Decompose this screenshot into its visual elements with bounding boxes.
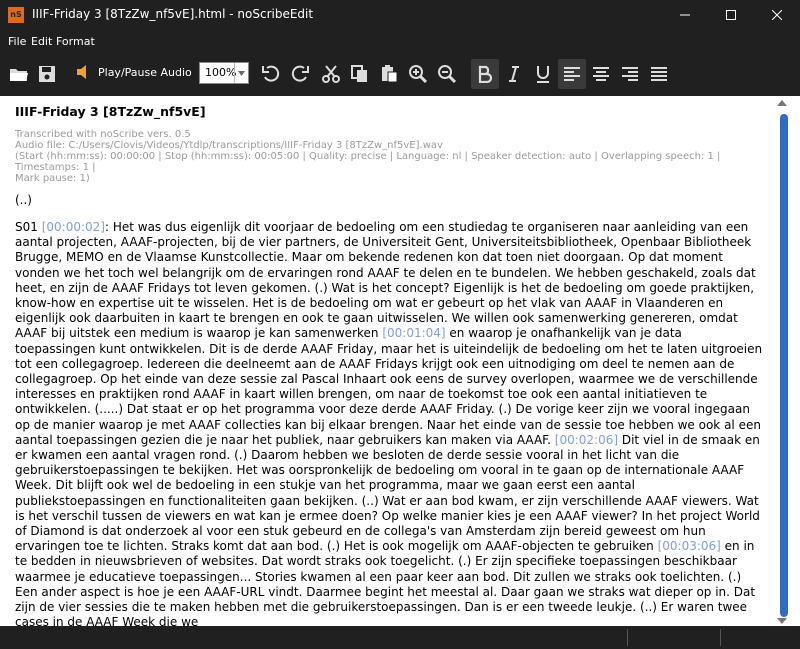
zoom-value: 100%	[205, 66, 237, 79]
scroll-down-arrow-icon[interactable]	[777, 618, 787, 624]
italic-icon	[509, 66, 519, 82]
open-folder-button[interactable]	[7, 62, 31, 86]
meta-line: Mark pause: 1)	[15, 173, 90, 184]
chevron-down-icon	[238, 70, 245, 76]
zoom-select[interactable]: 100%	[199, 62, 249, 84]
align-right-button[interactable]	[618, 62, 642, 86]
app-icon: nS	[8, 7, 24, 23]
zoom-in-button[interactable]	[406, 62, 430, 86]
transcription-metadata: Transcribed with noScribe vers. 0.5 Audi…	[15, 129, 765, 184]
timestamp[interactable]: [00:00:02]	[42, 220, 105, 234]
status-divider	[627, 629, 628, 646]
scrollbar-thumb[interactable]	[780, 114, 788, 617]
underline-button[interactable]	[531, 62, 555, 86]
italic-button[interactable]	[502, 62, 526, 86]
speaker-label: S01	[15, 220, 38, 234]
timestamp[interactable]: [00:03:06]	[658, 539, 721, 553]
copy-button[interactable]	[348, 62, 372, 86]
menu-bar: File Edit Format	[0, 30, 800, 52]
zoom-in-icon	[409, 65, 427, 83]
zoom-out-icon	[438, 65, 456, 83]
meta-line: Audio file: C:/Users/Clovis/Videos/Ytdlp…	[15, 140, 443, 151]
underline-icon	[537, 66, 549, 83]
undo-icon	[262, 65, 280, 82]
redo-icon	[291, 65, 309, 82]
align-right-icon	[622, 67, 638, 81]
close-button[interactable]	[754, 0, 800, 30]
cut-button[interactable]	[319, 62, 343, 86]
toolbar: Play/Pause Audio	[0, 52, 800, 96]
timestamp[interactable]: [00:01:04]	[382, 326, 445, 340]
folder-icon	[10, 69, 28, 81]
document-title: IIIF-Friday 3 [8TzZw_nf5vE]	[15, 104, 206, 119]
pause-marker: (..)	[15, 193, 32, 207]
editor-area[interactable]: IIIF-Friday 3 [8TzZw_nf5vE] Transcribed …	[0, 96, 774, 626]
bold-icon	[478, 65, 493, 83]
undo-button[interactable]	[259, 62, 283, 86]
zoom-dropdown-button[interactable]	[234, 63, 248, 83]
play-pause-audio-button[interactable]: Play/Pause Audio	[76, 64, 192, 80]
title-bar: nS IIIF-Friday 3 [8TzZw_nf5vE].html - no…	[0, 0, 800, 30]
copy-icon	[351, 65, 367, 82]
save-icon	[39, 66, 55, 82]
minimize-icon	[680, 14, 690, 16]
scroll-up-arrow-icon[interactable]	[777, 100, 787, 106]
paste-icon	[382, 65, 398, 83]
transcript-text: en waarop je onafhankelijk van je data t…	[15, 326, 763, 447]
minimize-button[interactable]	[662, 0, 708, 30]
zoom-out-button[interactable]	[435, 62, 459, 86]
transcript-text: Dit viel in de smaak en er kwamen een aa…	[15, 432, 760, 554]
redo-button[interactable]	[288, 62, 312, 86]
timestamp[interactable]: [00:02:06]	[555, 433, 618, 447]
justify-icon	[651, 67, 667, 81]
maximize-icon	[726, 10, 736, 20]
menu-format[interactable]: Format	[56, 35, 95, 48]
transcript-paragraph: S01 [00:00:02]: Het was dus eigenlijk di…	[15, 220, 765, 626]
status-bar	[0, 626, 800, 649]
menu-edit[interactable]: Edit	[31, 35, 52, 48]
align-left-icon	[564, 67, 580, 81]
transcript-text: : Het was dus eigenlijk dit voorjaar de …	[15, 220, 756, 341]
justify-button[interactable]	[647, 62, 671, 86]
maximize-button[interactable]	[708, 0, 754, 30]
align-left-button[interactable]	[558, 59, 586, 89]
bold-button[interactable]	[471, 59, 499, 89]
save-button[interactable]	[35, 62, 59, 86]
menu-file[interactable]: File	[8, 35, 26, 48]
window-title: IIIF-Friday 3 [8TzZw_nf5vE].html - noScr…	[32, 7, 314, 21]
meta-line: Transcribed with noScribe vers. 0.5	[15, 129, 191, 140]
align-center-button[interactable]	[589, 62, 613, 86]
play-pause-label: Play/Pause Audio	[98, 65, 192, 79]
speaker-icon	[77, 65, 86, 79]
scissors-icon	[322, 65, 340, 83]
align-center-icon	[593, 67, 609, 81]
meta-line: (Start (hh:mm:ss): 00:00:00 | Stop (hh:m…	[15, 151, 721, 173]
paste-button[interactable]	[377, 62, 401, 86]
status-divider	[720, 629, 721, 646]
close-icon	[772, 10, 782, 20]
